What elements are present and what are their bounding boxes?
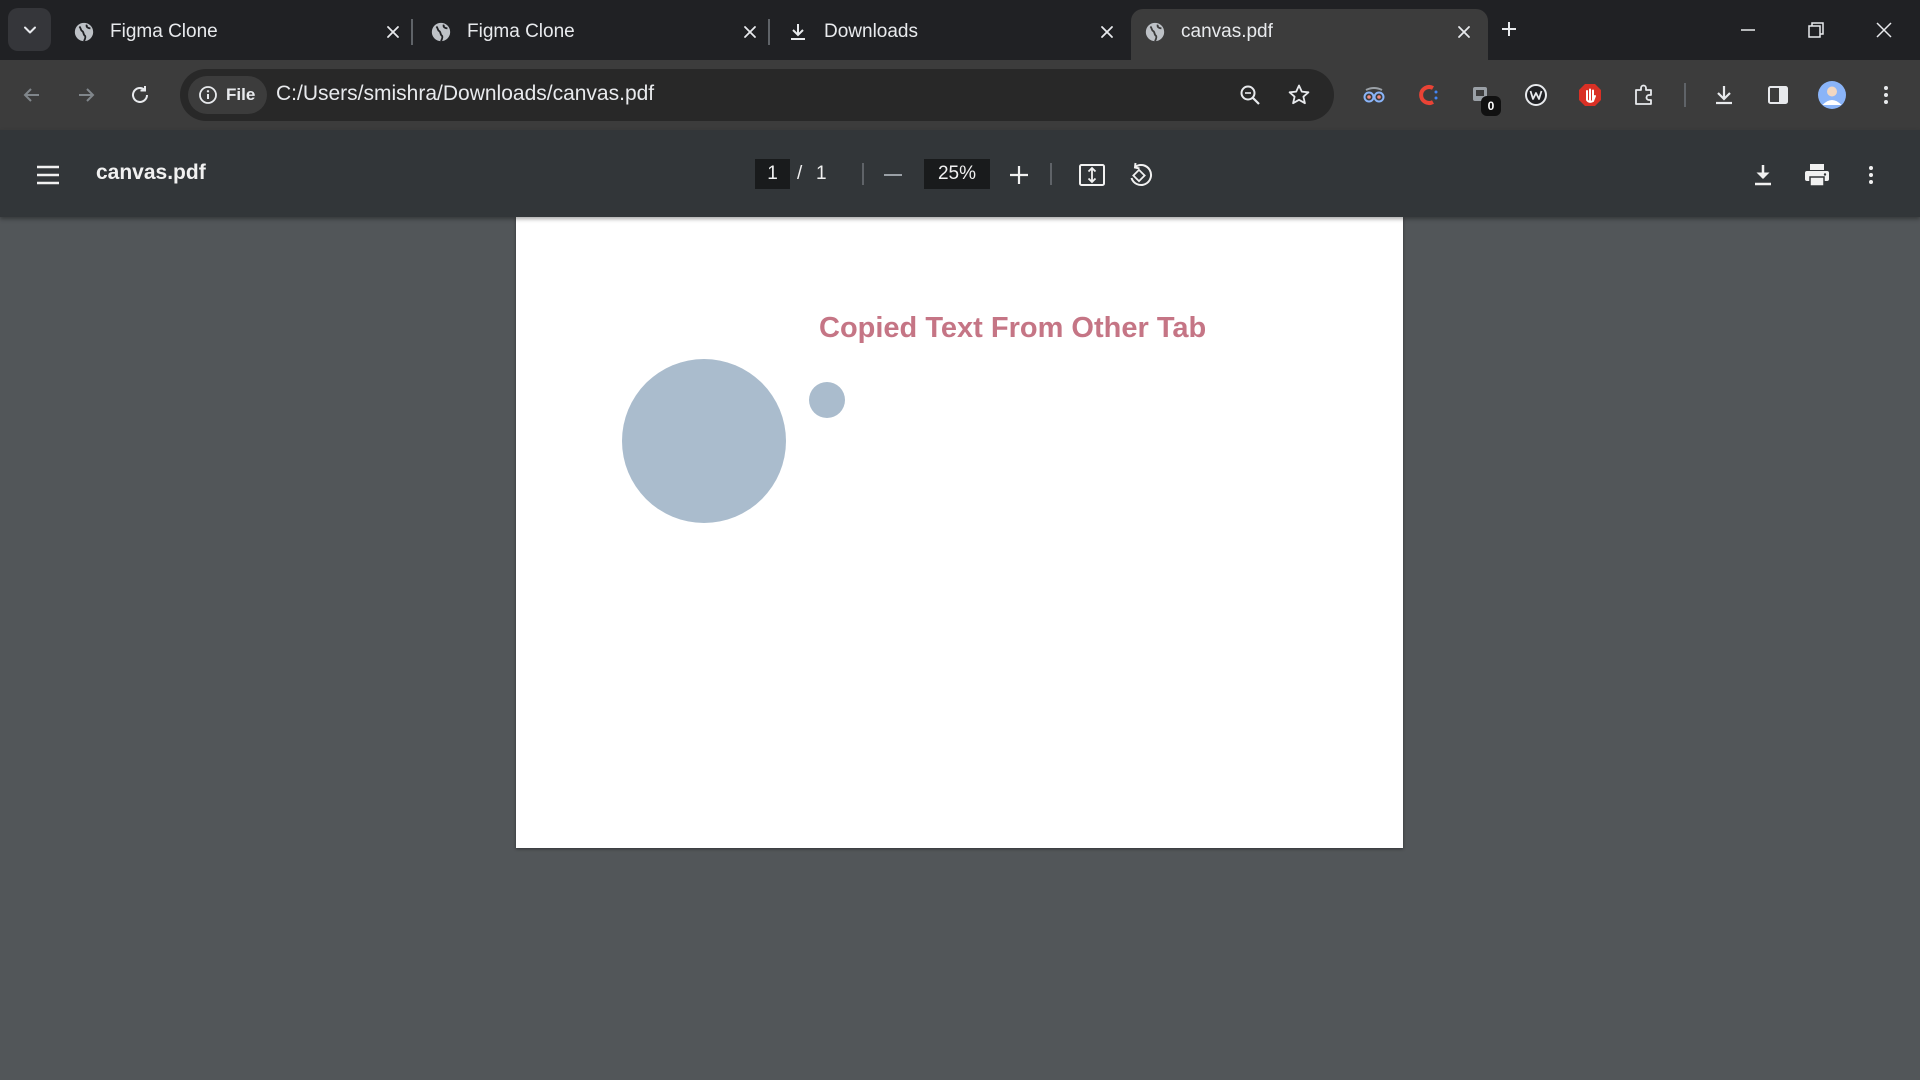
tab-title: Downloads xyxy=(824,21,918,42)
avatar xyxy=(1818,81,1846,109)
tab-downloads[interactable]: Downloads xyxy=(774,9,1131,60)
minimize-icon xyxy=(1741,29,1755,31)
forward-button[interactable] xyxy=(68,77,104,113)
puzzle-icon xyxy=(1635,84,1652,105)
pdf-download-button[interactable] xyxy=(1743,155,1783,195)
more-vertical-icon xyxy=(1869,166,1873,184)
star-icon xyxy=(1288,84,1310,105)
tab-figma-clone-2[interactable]: Figma Clone xyxy=(417,9,774,60)
w-logo-icon xyxy=(1525,84,1547,106)
pdf-print-button[interactable] xyxy=(1797,155,1837,195)
pdf-toolbar-separator xyxy=(862,163,864,185)
pdf-toolbar: canvas.pdf 1 / 1 25% xyxy=(0,130,1920,217)
side-panel-icon xyxy=(1768,86,1788,104)
rotate-button[interactable] xyxy=(1120,155,1160,195)
fit-to-page-icon xyxy=(1079,164,1105,186)
restore-button[interactable] xyxy=(1782,0,1850,60)
small-circle-shape xyxy=(809,382,845,418)
tab-strip: Figma Clone Figma Clone Downloads canvas… xyxy=(0,0,1920,60)
tab-title: Figma Clone xyxy=(467,21,575,42)
extension-c-button[interactable] xyxy=(1410,77,1446,113)
minus-icon xyxy=(884,174,902,176)
bookmark-button[interactable] xyxy=(1284,80,1314,110)
stop-hand-icon xyxy=(1579,84,1601,106)
extensions-menu-button[interactable] xyxy=(1626,77,1662,113)
site-info-chip[interactable]: File xyxy=(188,76,268,114)
close-tab-icon[interactable] xyxy=(1452,20,1476,44)
url-text[interactable]: C:/Users/smishra/Downloads/canvas.pdf xyxy=(276,82,654,106)
chrome-menu-button[interactable] xyxy=(1868,77,1904,113)
tab-canvas-pdf[interactable]: canvas.pdf xyxy=(1131,9,1488,60)
site-info-label: File xyxy=(226,85,256,104)
back-button[interactable] xyxy=(14,77,50,113)
close-window-button[interactable] xyxy=(1850,0,1918,60)
reload-icon xyxy=(132,86,148,103)
extension-w-button[interactable] xyxy=(1518,77,1554,113)
minimize-button[interactable] xyxy=(1714,0,1782,60)
toolbar-separator xyxy=(1684,83,1686,107)
tab-title: Figma Clone xyxy=(110,21,218,42)
reload-button[interactable] xyxy=(122,77,158,113)
new-tab-button[interactable] xyxy=(1492,12,1526,46)
page-number-input[interactable]: 1 xyxy=(755,159,790,189)
pdf-title: canvas.pdf xyxy=(96,161,206,184)
info-icon xyxy=(199,86,217,104)
zoom-level-input[interactable]: 25% xyxy=(924,159,990,189)
arrow-left-icon xyxy=(23,88,39,102)
zoom-out-button[interactable] xyxy=(873,155,913,195)
close-tab-icon[interactable] xyxy=(1095,20,1119,44)
pdf-more-button[interactable] xyxy=(1851,155,1891,195)
close-icon xyxy=(1876,22,1892,38)
glasses-icon xyxy=(1363,87,1385,103)
address-bar[interactable]: File C:/Users/smishra/Downloads/canvas.p… xyxy=(180,69,1334,121)
plus-icon xyxy=(1010,166,1028,184)
tab-search-button[interactable] xyxy=(8,8,51,51)
chevron-down-icon xyxy=(23,26,36,33)
tab-figma-clone-1[interactable]: Figma Clone xyxy=(60,9,417,60)
large-circle-shape xyxy=(622,359,786,523)
hamburger-menu-icon xyxy=(37,165,59,185)
globe-icon xyxy=(429,20,453,44)
rotate-counterclockwise-icon xyxy=(1130,162,1153,186)
close-tab-icon[interactable] xyxy=(381,20,405,44)
zoom-in-button[interactable] xyxy=(999,155,1039,195)
browser-toolbar: File C:/Users/smishra/Downloads/canvas.p… xyxy=(0,60,1920,130)
pdf-text: Copied Text From Other Tab xyxy=(819,312,1207,344)
tab-separator xyxy=(768,19,770,45)
page-separator: / xyxy=(797,163,803,184)
plus-icon xyxy=(1502,22,1516,36)
total-pages: 1 xyxy=(816,163,827,184)
tab-separator xyxy=(411,19,413,45)
restore-icon xyxy=(1808,22,1824,38)
globe-icon xyxy=(72,20,96,44)
profile-button[interactable] xyxy=(1814,77,1850,113)
pdf-page: Copied Text From Other Tab xyxy=(516,217,1403,848)
extension-badge: 0 xyxy=(1481,96,1501,116)
fit-page-button[interactable] xyxy=(1072,155,1112,195)
pdf-toolbar-separator xyxy=(1050,163,1052,185)
download-icon xyxy=(1755,165,1771,186)
download-icon xyxy=(1716,86,1732,105)
extension-spy-button[interactable] xyxy=(1356,77,1392,113)
printer-icon xyxy=(1805,164,1829,187)
pdf-viewer[interactable]: Copied Text From Other Tab xyxy=(0,217,1920,1080)
downloads-button[interactable] xyxy=(1706,77,1742,113)
zoom-indicator-button[interactable] xyxy=(1235,80,1265,110)
c-logo-icon xyxy=(1419,85,1438,105)
download-icon xyxy=(786,20,810,44)
more-vertical-icon xyxy=(1884,86,1888,104)
magnifier-icon xyxy=(1240,85,1260,105)
globe-icon xyxy=(1143,20,1167,44)
arrow-right-icon xyxy=(79,88,95,102)
pdf-sidebar-toggle[interactable] xyxy=(28,155,68,195)
extension-stop-button[interactable] xyxy=(1572,77,1608,113)
tab-title: canvas.pdf xyxy=(1181,21,1273,42)
side-panel-button[interactable] xyxy=(1760,77,1796,113)
close-tab-icon[interactable] xyxy=(738,20,762,44)
